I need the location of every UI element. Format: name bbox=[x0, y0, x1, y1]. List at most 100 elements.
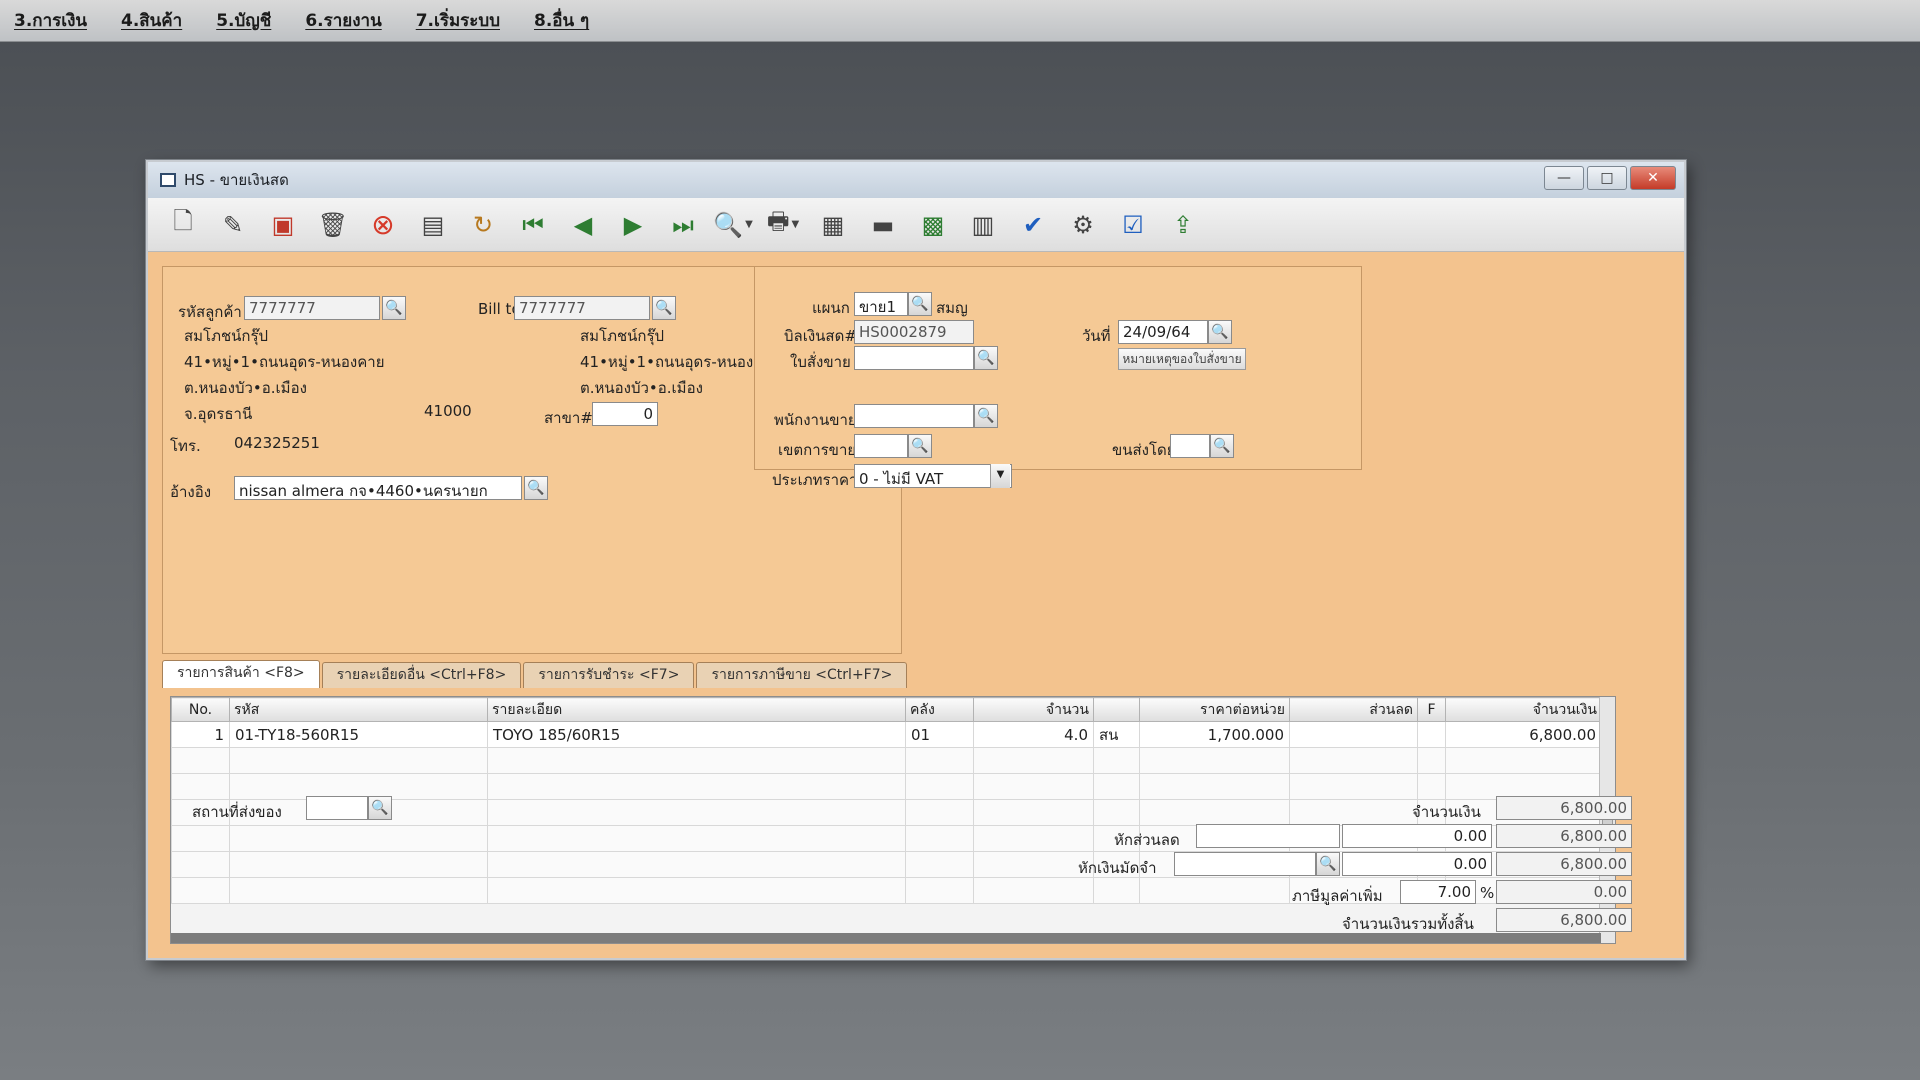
col-unit-price[interactable]: ราคาต่อหน่วย bbox=[1139, 697, 1290, 722]
print-icon[interactable]: 🖶 ▼ bbox=[762, 205, 804, 245]
menu-accounting[interactable]: 5.บัญชี bbox=[216, 7, 271, 34]
price-type-dropdown-icon[interactable]: ▼ bbox=[990, 464, 1010, 488]
col-quantity[interactable]: จำนวน bbox=[973, 697, 1094, 722]
sales-area-search-icon[interactable]: 🔍 bbox=[908, 434, 932, 458]
ship-place-field[interactable] bbox=[306, 796, 368, 820]
ship-by-search-icon[interactable]: 🔍 bbox=[1210, 434, 1234, 458]
row-amount[interactable]: 6,800.00 bbox=[1445, 721, 1602, 748]
first-icon[interactable]: ⏮ bbox=[512, 205, 554, 245]
report-icon[interactable]: ▥ bbox=[962, 205, 1004, 245]
row-flag[interactable] bbox=[1417, 721, 1446, 748]
tab-sales-tax[interactable]: รายการภาษีขาย <Ctrl+F7> bbox=[696, 662, 908, 688]
ship-place-search-icon[interactable]: 🔍 bbox=[368, 796, 392, 820]
col-flag[interactable]: F bbox=[1417, 697, 1446, 722]
reference-field[interactable]: nissan almera กจ•4460•นครนายก bbox=[234, 476, 522, 500]
row-unit[interactable]: สน bbox=[1093, 721, 1140, 748]
cancel-icon[interactable]: ⊗ bbox=[362, 205, 404, 245]
maximize-button[interactable]: □ bbox=[1587, 166, 1627, 190]
sales-order-search-icon[interactable]: 🔍 bbox=[974, 346, 998, 370]
card-icon[interactable]: ▬ bbox=[862, 205, 904, 245]
price-type-label: ประเภทราคา bbox=[772, 471, 858, 489]
sales-order-note-button[interactable]: หมายเหตุของใบสั่งขาย bbox=[1118, 348, 1246, 370]
void-icon[interactable]: ▣ bbox=[262, 205, 304, 245]
table-row[interactable]: 1 01-TY18-560R15 TOYO 185/60R15 01 4.0 ส… bbox=[171, 721, 1602, 748]
col-no[interactable]: No. bbox=[171, 697, 230, 722]
save-icon[interactable]: ▤ bbox=[412, 205, 454, 245]
table-row[interactable] bbox=[171, 747, 1602, 774]
menu-products[interactable]: 4.สินค้า bbox=[121, 7, 182, 34]
window-title: HS - ขายเงินสด bbox=[184, 171, 289, 189]
amount-label: จำนวนเงิน bbox=[1412, 803, 1481, 821]
menu-other[interactable]: 8.อื่น ๆ bbox=[534, 7, 589, 34]
sales-order-field[interactable] bbox=[854, 346, 974, 370]
tab-other-details[interactable]: รายละเอียดอื่น <Ctrl+F8> bbox=[321, 662, 522, 688]
reference-search-icon[interactable]: 🔍 bbox=[524, 476, 548, 500]
edit-icon[interactable]: ✎ bbox=[212, 205, 254, 245]
department-search-icon[interactable]: 🔍 bbox=[908, 292, 932, 316]
search-icon[interactable]: 🔍 ▼ bbox=[712, 205, 754, 245]
salesman-field[interactable] bbox=[854, 404, 974, 428]
customer-code-field[interactable]: 7777777 bbox=[244, 296, 380, 320]
col-unit[interactable] bbox=[1093, 697, 1140, 722]
deposit-value-field[interactable]: 0.00 bbox=[1342, 852, 1492, 876]
window-titlebar[interactable]: HS - ขายเงินสด — □ ✕ bbox=[148, 162, 1684, 198]
discount-value-field[interactable]: 0.00 bbox=[1342, 824, 1492, 848]
last-icon[interactable]: ⏭ bbox=[662, 205, 704, 245]
new-icon[interactable]: 🗋 bbox=[162, 205, 204, 245]
salesman-search-icon[interactable]: 🔍 bbox=[974, 404, 998, 428]
grid-header-row: No. รหัส รายละเอียด คลัง จำนวน ราคาต่อหน… bbox=[171, 697, 1602, 722]
bill-number-field[interactable]: HS0002879 bbox=[854, 320, 974, 344]
discount-text-field[interactable] bbox=[1196, 824, 1340, 848]
vat-rate-field[interactable]: 7.00 bbox=[1400, 880, 1476, 904]
bill-to-field[interactable]: 7777777 bbox=[514, 296, 650, 320]
department-name: สมญ bbox=[936, 299, 968, 317]
refresh-icon[interactable]: ↻ bbox=[462, 205, 504, 245]
row-warehouse[interactable]: 01 bbox=[905, 721, 974, 748]
col-amount[interactable]: จำนวนเงิน bbox=[1445, 697, 1602, 722]
tools-icon[interactable]: ⚙ bbox=[1062, 205, 1104, 245]
row-quantity[interactable]: 4.0 bbox=[973, 721, 1094, 748]
row-no[interactable]: 1 bbox=[171, 721, 230, 748]
sales-area-label: เขตการขาย bbox=[778, 441, 857, 459]
tab-items[interactable]: รายการสินค้า <F8> bbox=[162, 660, 320, 688]
ship-by-field[interactable] bbox=[1170, 434, 1210, 458]
date-field[interactable]: 24/09/64 bbox=[1118, 320, 1208, 344]
salesman-label: พนักงานขาย bbox=[774, 411, 857, 429]
phone-label: โทร. bbox=[170, 437, 201, 455]
minimize-button[interactable]: — bbox=[1544, 166, 1584, 190]
tab-payments[interactable]: รายการรับชำระ <F7> bbox=[523, 662, 695, 688]
delete-icon[interactable]: 🗑 bbox=[312, 205, 354, 245]
stock-icon[interactable]: ▩ bbox=[912, 205, 954, 245]
deposit-search-icon[interactable]: 🔍 bbox=[1316, 852, 1340, 876]
vat-label: ภาษีมูลค่าเพิ่ม bbox=[1292, 887, 1383, 905]
department-field[interactable]: ขาย1 bbox=[854, 292, 908, 316]
calc-icon[interactable]: ▦ bbox=[812, 205, 854, 245]
col-code[interactable]: รหัส bbox=[229, 697, 488, 722]
branch-field[interactable]: 0 bbox=[592, 402, 658, 426]
customer-search-icon[interactable]: 🔍 bbox=[382, 296, 406, 320]
row-discount[interactable] bbox=[1289, 721, 1418, 748]
menu-setup[interactable]: 7.เริ่มระบบ bbox=[416, 7, 500, 34]
next-icon[interactable]: ▶ bbox=[612, 205, 654, 245]
menu-reports[interactable]: 6.รายงาน bbox=[305, 7, 381, 34]
grand-total-label: จำนวนเงินรวมทั้งสิ้น bbox=[1342, 915, 1474, 933]
col-description[interactable]: รายละเอียด bbox=[487, 697, 906, 722]
approve-icon[interactable]: ✔ bbox=[1012, 205, 1054, 245]
price-type-select[interactable]: 0 - ไม่มี VAT bbox=[854, 464, 1012, 488]
col-warehouse[interactable]: คลัง bbox=[905, 697, 974, 722]
date-picker-icon[interactable]: 🔍 bbox=[1208, 320, 1232, 344]
bill-to-search-icon[interactable]: 🔍 bbox=[652, 296, 676, 320]
row-code[interactable]: 01-TY18-560R15 bbox=[229, 721, 488, 748]
menu-finance[interactable]: 3.การเงิน bbox=[14, 7, 87, 34]
col-discount[interactable]: ส่วนลด bbox=[1289, 697, 1418, 722]
export-icon[interactable]: ⇪ bbox=[1162, 205, 1204, 245]
close-button[interactable]: ✕ bbox=[1630, 166, 1676, 190]
prev-icon[interactable]: ◀ bbox=[562, 205, 604, 245]
deposit-text-field[interactable] bbox=[1174, 852, 1316, 876]
sales-area-field[interactable] bbox=[854, 434, 908, 458]
grid-vertical-scrollbar[interactable] bbox=[1599, 697, 1615, 943]
ok-icon[interactable]: ☑ bbox=[1112, 205, 1154, 245]
row-unit-price[interactable]: 1,700.000 bbox=[1139, 721, 1290, 748]
table-row[interactable] bbox=[171, 877, 1602, 904]
row-description[interactable]: TOYO 185/60R15 bbox=[487, 721, 906, 748]
